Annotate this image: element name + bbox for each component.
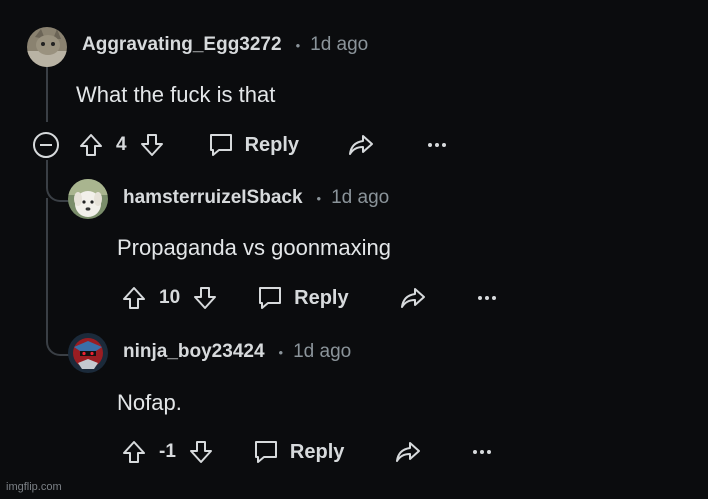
- avatar[interactable]: [27, 27, 67, 67]
- reply-button[interactable]: Reply: [252, 439, 344, 465]
- timestamp: 1d ago: [310, 34, 369, 55]
- downvote-arrow-down-icon[interactable]: [139, 132, 165, 158]
- share-arrow-icon[interactable]: [347, 132, 375, 158]
- separator-dot: •: [295, 37, 301, 53]
- avatar[interactable]: [68, 333, 108, 373]
- comment-header: hamsterruizeISback • 1d ago: [123, 187, 389, 209]
- reply-label: Reply: [289, 440, 345, 463]
- comment-body: Nofap.: [117, 390, 182, 415]
- speech-bubble-icon: [256, 285, 284, 311]
- upvote-arrow-up-icon[interactable]: [121, 285, 147, 311]
- speech-bubble-icon: [207, 132, 235, 158]
- reply-button[interactable]: Reply: [256, 285, 349, 311]
- dog-avatar-icon: [68, 179, 108, 219]
- vote-score: 10: [159, 287, 181, 308]
- comment-actions: 10 Reply: [121, 280, 497, 316]
- minus-circle-icon[interactable]: [32, 131, 60, 159]
- watermark: imgflip.com: [6, 481, 62, 493]
- comment-actions: -1 Reply: [121, 434, 492, 470]
- reply-label: Reply: [294, 286, 349, 309]
- username[interactable]: ninja_boy23424: [123, 341, 265, 363]
- avatar[interactable]: [68, 179, 108, 219]
- username[interactable]: Aggravating_Egg3272: [82, 34, 282, 56]
- separator-dot: •: [316, 190, 322, 206]
- comment-actions: 4 Reply: [32, 127, 447, 163]
- comment-body: What the fuck is that: [76, 82, 276, 107]
- timestamp: 1d ago: [293, 341, 352, 362]
- comment-body: Propaganda vs goonmaxing: [117, 235, 391, 260]
- thread-line-curve-1: [46, 160, 70, 202]
- separator-dot: •: [278, 344, 284, 360]
- thread-line-curve-2: [46, 198, 70, 356]
- downvote-arrow-down-icon[interactable]: [192, 285, 218, 311]
- username[interactable]: hamsterruizeISback: [123, 187, 303, 209]
- upvote-arrow-up-icon[interactable]: [121, 439, 147, 465]
- share-arrow-icon[interactable]: [399, 285, 427, 311]
- vote-score: 4: [116, 134, 127, 155]
- ninja-avatar-icon: [68, 333, 108, 373]
- timestamp: 1d ago: [331, 187, 390, 208]
- cat-avatar-icon: [27, 27, 67, 67]
- comment-header: Aggravating_Egg3272 • 1d ago: [82, 34, 368, 56]
- more-ellipsis-icon[interactable]: [427, 141, 447, 149]
- more-ellipsis-icon[interactable]: [477, 294, 497, 302]
- comment-thread: Aggravating_Egg3272 • 1d ago What the fu…: [0, 0, 708, 499]
- comment-header: ninja_boy23424 • 1d ago: [123, 341, 351, 363]
- share-arrow-icon[interactable]: [394, 439, 422, 465]
- more-ellipsis-icon[interactable]: [472, 448, 492, 456]
- upvote-arrow-up-icon[interactable]: [78, 132, 104, 158]
- reply-button[interactable]: Reply: [207, 132, 299, 158]
- vote-score: -1: [159, 441, 176, 462]
- thread-line-top: [46, 66, 48, 122]
- downvote-arrow-down-icon[interactable]: [188, 439, 214, 465]
- speech-bubble-icon: [252, 439, 280, 465]
- reply-label: Reply: [244, 133, 300, 156]
